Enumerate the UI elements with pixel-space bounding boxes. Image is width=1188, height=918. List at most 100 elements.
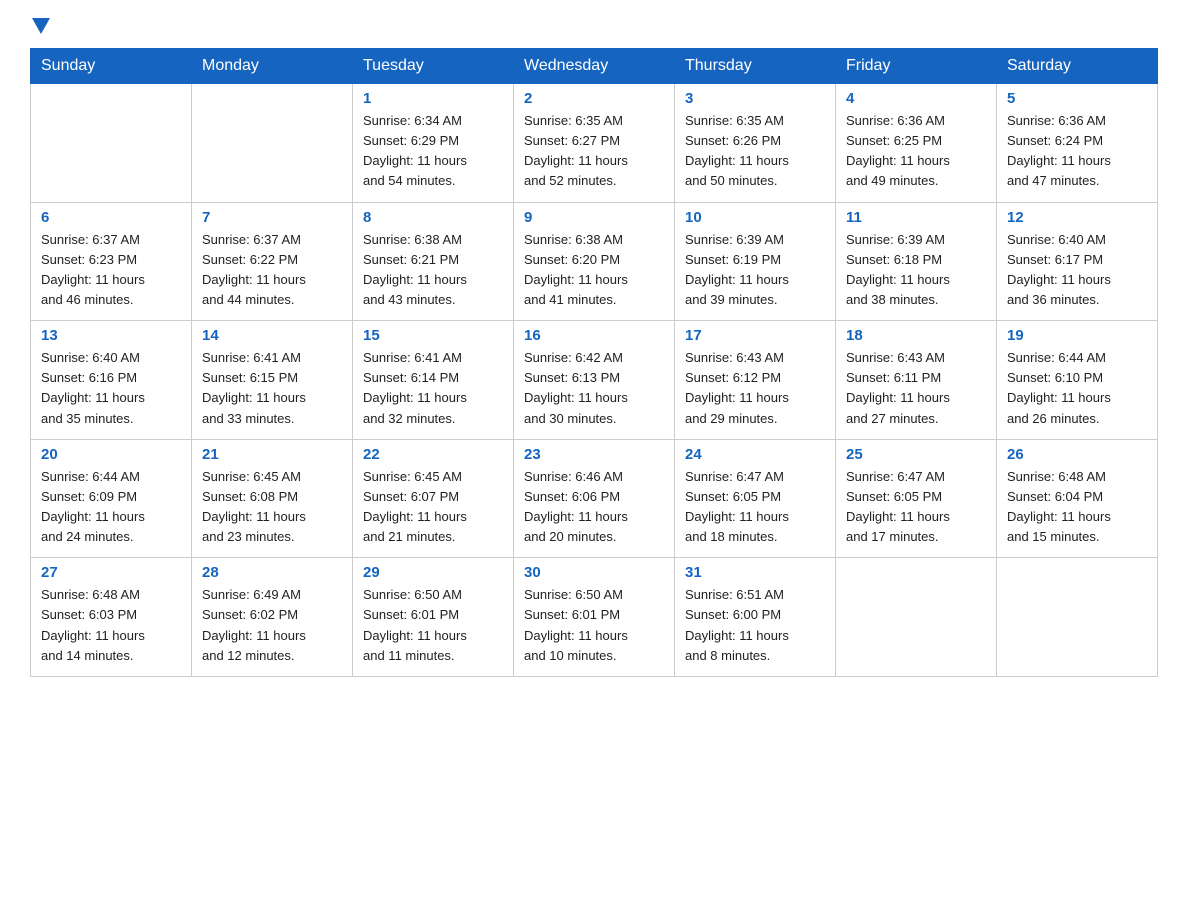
day-number: 31 bbox=[685, 564, 825, 581]
day-number: 7 bbox=[202, 209, 342, 226]
calendar-row-1: 1Sunrise: 6:34 AMSunset: 6:29 PMDaylight… bbox=[31, 84, 1158, 203]
day-number: 18 bbox=[846, 327, 986, 344]
day-info: Sunrise: 6:48 AMSunset: 6:04 PMDaylight:… bbox=[1007, 467, 1147, 548]
header-cell-friday: Friday bbox=[836, 49, 997, 84]
day-info: Sunrise: 6:50 AMSunset: 6:01 PMDaylight:… bbox=[363, 585, 503, 666]
logo bbox=[30, 20, 50, 32]
day-info: Sunrise: 6:41 AMSunset: 6:15 PMDaylight:… bbox=[202, 348, 342, 429]
header-cell-thursday: Thursday bbox=[675, 49, 836, 84]
day-info: Sunrise: 6:36 AMSunset: 6:25 PMDaylight:… bbox=[846, 111, 986, 192]
calendar-cell: 23Sunrise: 6:46 AMSunset: 6:06 PMDayligh… bbox=[514, 439, 675, 558]
day-info: Sunrise: 6:40 AMSunset: 6:17 PMDaylight:… bbox=[1007, 230, 1147, 311]
calendar-cell: 1Sunrise: 6:34 AMSunset: 6:29 PMDaylight… bbox=[353, 84, 514, 203]
day-info: Sunrise: 6:37 AMSunset: 6:22 PMDaylight:… bbox=[202, 230, 342, 311]
calendar-cell: 7 Sunrise: 6:37 AMSunset: 6:22 PMDaylight… bbox=[192, 202, 353, 321]
calendar-cell bbox=[192, 84, 353, 203]
day-number: 17 bbox=[685, 327, 825, 344]
day-number: 14 bbox=[202, 327, 342, 344]
day-info: Sunrise: 6:51 AMSunset: 6:00 PMDaylight:… bbox=[685, 585, 825, 666]
calendar-cell: 2Sunrise: 6:35 AMSunset: 6:27 PMDaylight… bbox=[514, 84, 675, 203]
header-cell-tuesday: Tuesday bbox=[353, 49, 514, 84]
day-info: Sunrise: 6:44 AMSunset: 6:10 PMDaylight:… bbox=[1007, 348, 1147, 429]
day-number: 8 bbox=[363, 209, 503, 226]
day-info: Sunrise: 6:49 AMSunset: 6:02 PMDaylight:… bbox=[202, 585, 342, 666]
day-number: 15 bbox=[363, 327, 503, 344]
header-cell-saturday: Saturday bbox=[997, 49, 1158, 84]
day-number: 21 bbox=[202, 446, 342, 463]
day-number: 12 bbox=[1007, 209, 1147, 226]
day-info: Sunrise: 6:43 AMSunset: 6:12 PMDaylight:… bbox=[685, 348, 825, 429]
day-info: Sunrise: 6:41 AMSunset: 6:14 PMDaylight:… bbox=[363, 348, 503, 429]
logo-triangle-icon bbox=[32, 18, 50, 34]
calendar-cell: 31 Sunrise: 6:51 AMSunset: 6:00 PMDayligh… bbox=[675, 558, 836, 677]
day-info: Sunrise: 6:44 AMSunset: 6:09 PMDaylight:… bbox=[41, 467, 181, 548]
day-number: 25 bbox=[846, 446, 986, 463]
day-info: Sunrise: 6:40 AMSunset: 6:16 PMDaylight:… bbox=[41, 348, 181, 429]
day-number: 24 bbox=[685, 446, 825, 463]
day-info: Sunrise: 6:46 AMSunset: 6:06 PMDaylight:… bbox=[524, 467, 664, 548]
calendar-cell: 12 Sunrise: 6:40 AMSunset: 6:17 PMDayligh… bbox=[997, 202, 1158, 321]
calendar-cell: 17 Sunrise: 6:43 AMSunset: 6:12 PMDayligh… bbox=[675, 321, 836, 440]
day-info: Sunrise: 6:45 AMSunset: 6:08 PMDaylight:… bbox=[202, 467, 342, 548]
calendar-cell: 22 Sunrise: 6:45 AMSunset: 6:07 PMDayligh… bbox=[353, 439, 514, 558]
day-number: 4 bbox=[846, 90, 986, 107]
calendar-cell: 5 Sunrise: 6:36 AMSunset: 6:24 PMDaylight… bbox=[997, 84, 1158, 203]
calendar-cell: 9 Sunrise: 6:38 AMSunset: 6:20 PMDaylight… bbox=[514, 202, 675, 321]
calendar-row-2: 6Sunrise: 6:37 AMSunset: 6:23 PMDaylight… bbox=[31, 202, 1158, 321]
calendar-cell: 14 Sunrise: 6:41 AMSunset: 6:15 PMDayligh… bbox=[192, 321, 353, 440]
calendar-cell: 29 Sunrise: 6:50 AMSunset: 6:01 PMDayligh… bbox=[353, 558, 514, 677]
day-info: Sunrise: 6:50 AMSunset: 6:01 PMDaylight:… bbox=[524, 585, 664, 666]
day-number: 29 bbox=[363, 564, 503, 581]
header-cell-sunday: Sunday bbox=[31, 49, 192, 84]
day-info: Sunrise: 6:38 AMSunset: 6:21 PMDaylight:… bbox=[363, 230, 503, 311]
day-number: 30 bbox=[524, 564, 664, 581]
calendar-cell bbox=[997, 558, 1158, 677]
calendar-table: SundayMondayTuesdayWednesdayThursdayFrid… bbox=[30, 48, 1158, 677]
calendar-cell: 13Sunrise: 6:40 AMSunset: 6:16 PMDayligh… bbox=[31, 321, 192, 440]
page-header bbox=[30, 20, 1158, 32]
day-info: Sunrise: 6:36 AMSunset: 6:24 PMDaylight:… bbox=[1007, 111, 1147, 192]
day-number: 1 bbox=[363, 90, 503, 107]
day-number: 2 bbox=[524, 90, 664, 107]
calendar-cell: 30 Sunrise: 6:50 AMSunset: 6:01 PMDayligh… bbox=[514, 558, 675, 677]
day-info: Sunrise: 6:35 AMSunset: 6:26 PMDaylight:… bbox=[685, 111, 825, 192]
day-number: 26 bbox=[1007, 446, 1147, 463]
day-number: 5 bbox=[1007, 90, 1147, 107]
calendar-body: 1Sunrise: 6:34 AMSunset: 6:29 PMDaylight… bbox=[31, 84, 1158, 677]
calendar-cell: 16 Sunrise: 6:42 AMSunset: 6:13 PMDayligh… bbox=[514, 321, 675, 440]
day-number: 27 bbox=[41, 564, 181, 581]
day-number: 22 bbox=[363, 446, 503, 463]
day-info: Sunrise: 6:38 AMSunset: 6:20 PMDaylight:… bbox=[524, 230, 664, 311]
calendar-cell bbox=[836, 558, 997, 677]
day-info: Sunrise: 6:45 AMSunset: 6:07 PMDaylight:… bbox=[363, 467, 503, 548]
day-info: Sunrise: 6:48 AMSunset: 6:03 PMDaylight:… bbox=[41, 585, 181, 666]
calendar-cell: 8 Sunrise: 6:38 AMSunset: 6:21 PMDaylight… bbox=[353, 202, 514, 321]
calendar-cell bbox=[31, 84, 192, 203]
calendar-cell: 4 Sunrise: 6:36 AMSunset: 6:25 PMDaylight… bbox=[836, 84, 997, 203]
day-info: Sunrise: 6:42 AMSunset: 6:13 PMDaylight:… bbox=[524, 348, 664, 429]
day-info: Sunrise: 6:39 AMSunset: 6:18 PMDaylight:… bbox=[846, 230, 986, 311]
calendar-row-5: 27 Sunrise: 6:48 AMSunset: 6:03 PMDayligh… bbox=[31, 558, 1158, 677]
day-number: 11 bbox=[846, 209, 986, 226]
day-info: Sunrise: 6:47 AMSunset: 6:05 PMDaylight:… bbox=[685, 467, 825, 548]
calendar-cell: 19Sunrise: 6:44 AMSunset: 6:10 PMDayligh… bbox=[997, 321, 1158, 440]
calendar-cell: 18 Sunrise: 6:43 AMSunset: 6:11 PMDayligh… bbox=[836, 321, 997, 440]
day-info: Sunrise: 6:43 AMSunset: 6:11 PMDaylight:… bbox=[846, 348, 986, 429]
day-info: Sunrise: 6:39 AMSunset: 6:19 PMDaylight:… bbox=[685, 230, 825, 311]
day-number: 16 bbox=[524, 327, 664, 344]
day-number: 28 bbox=[202, 564, 342, 581]
header-cell-wednesday: Wednesday bbox=[514, 49, 675, 84]
day-info: Sunrise: 6:47 AMSunset: 6:05 PMDaylight:… bbox=[846, 467, 986, 548]
day-number: 9 bbox=[524, 209, 664, 226]
day-number: 3 bbox=[685, 90, 825, 107]
calendar-cell: 27 Sunrise: 6:48 AMSunset: 6:03 PMDayligh… bbox=[31, 558, 192, 677]
calendar-cell: 21 Sunrise: 6:45 AMSunset: 6:08 PMDayligh… bbox=[192, 439, 353, 558]
day-number: 20 bbox=[41, 446, 181, 463]
calendar-row-4: 20 Sunrise: 6:44 AMSunset: 6:09 PMDayligh… bbox=[31, 439, 1158, 558]
calendar-cell: 10 Sunrise: 6:39 AMSunset: 6:19 PMDayligh… bbox=[675, 202, 836, 321]
calendar-header: SundayMondayTuesdayWednesdayThursdayFrid… bbox=[31, 49, 1158, 84]
calendar-cell: 24 Sunrise: 6:47 AMSunset: 6:05 PMDayligh… bbox=[675, 439, 836, 558]
day-number: 6 bbox=[41, 209, 181, 226]
day-number: 10 bbox=[685, 209, 825, 226]
header-row: SundayMondayTuesdayWednesdayThursdayFrid… bbox=[31, 49, 1158, 84]
